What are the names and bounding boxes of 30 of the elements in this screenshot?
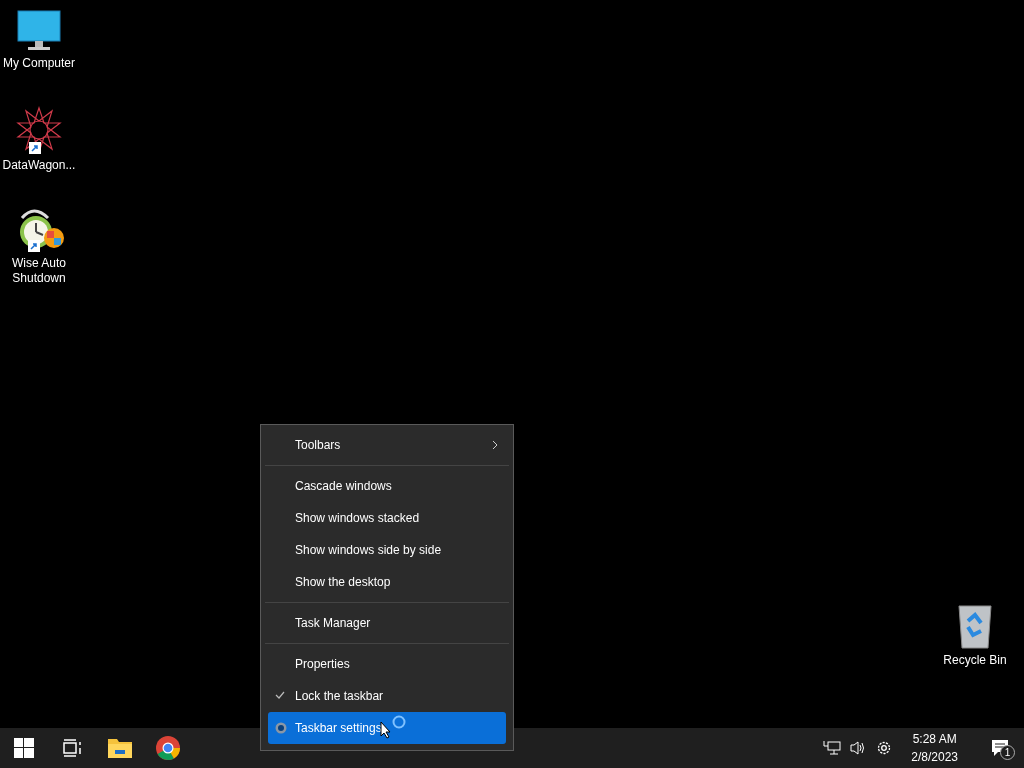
desktop-icon-label[interactable]: Wise Auto Shutdown — [0, 256, 78, 286]
menu-item[interactable]: Lock the taskbar — [268, 680, 506, 712]
desktop-icon-label[interactable]: Recycle Bin — [943, 653, 1007, 668]
shortcut-arrow-icon — [29, 142, 41, 154]
menu-item[interactable]: Toolbars — [268, 429, 506, 461]
folder-icon — [107, 737, 133, 759]
monitor-icon — [17, 10, 61, 52]
task-view-icon — [62, 739, 82, 757]
time-text: 5:28 AM — [912, 731, 957, 748]
menu-item[interactable]: Show the desktop — [268, 566, 506, 598]
date-text: 2/8/2023 — [911, 749, 958, 766]
chevron-right-icon — [492, 440, 498, 450]
menu-item[interactable]: Task Manager — [268, 607, 506, 639]
windows-logo-icon — [14, 738, 34, 758]
menu-item[interactable]: Show windows stacked — [268, 502, 506, 534]
loading-spinner-icon — [392, 715, 406, 729]
menu-item[interactable]: Show windows side by side — [268, 534, 506, 566]
settings-icon — [274, 721, 288, 735]
desktop-icon-label[interactable]: DataWagon... — [2, 158, 76, 173]
mouse-pointer-icon — [380, 721, 392, 739]
clock[interactable]: 5:28 AM 2/8/2023 — [897, 730, 976, 766]
recycle-bin-icon — [957, 603, 993, 649]
notifications-button[interactable]: 1 — [976, 728, 1024, 768]
menu-item[interactable]: Cascade windows — [268, 470, 506, 502]
notification-count: 1 — [1000, 745, 1015, 760]
shortcut-arrow-icon — [28, 240, 40, 252]
desktop-icon-label[interactable]: My Computer — [3, 56, 75, 71]
browser-icon — [155, 735, 181, 761]
menu-item[interactable]: Taskbar settings — [268, 712, 506, 744]
menu-item[interactable]: Properties — [268, 648, 506, 680]
